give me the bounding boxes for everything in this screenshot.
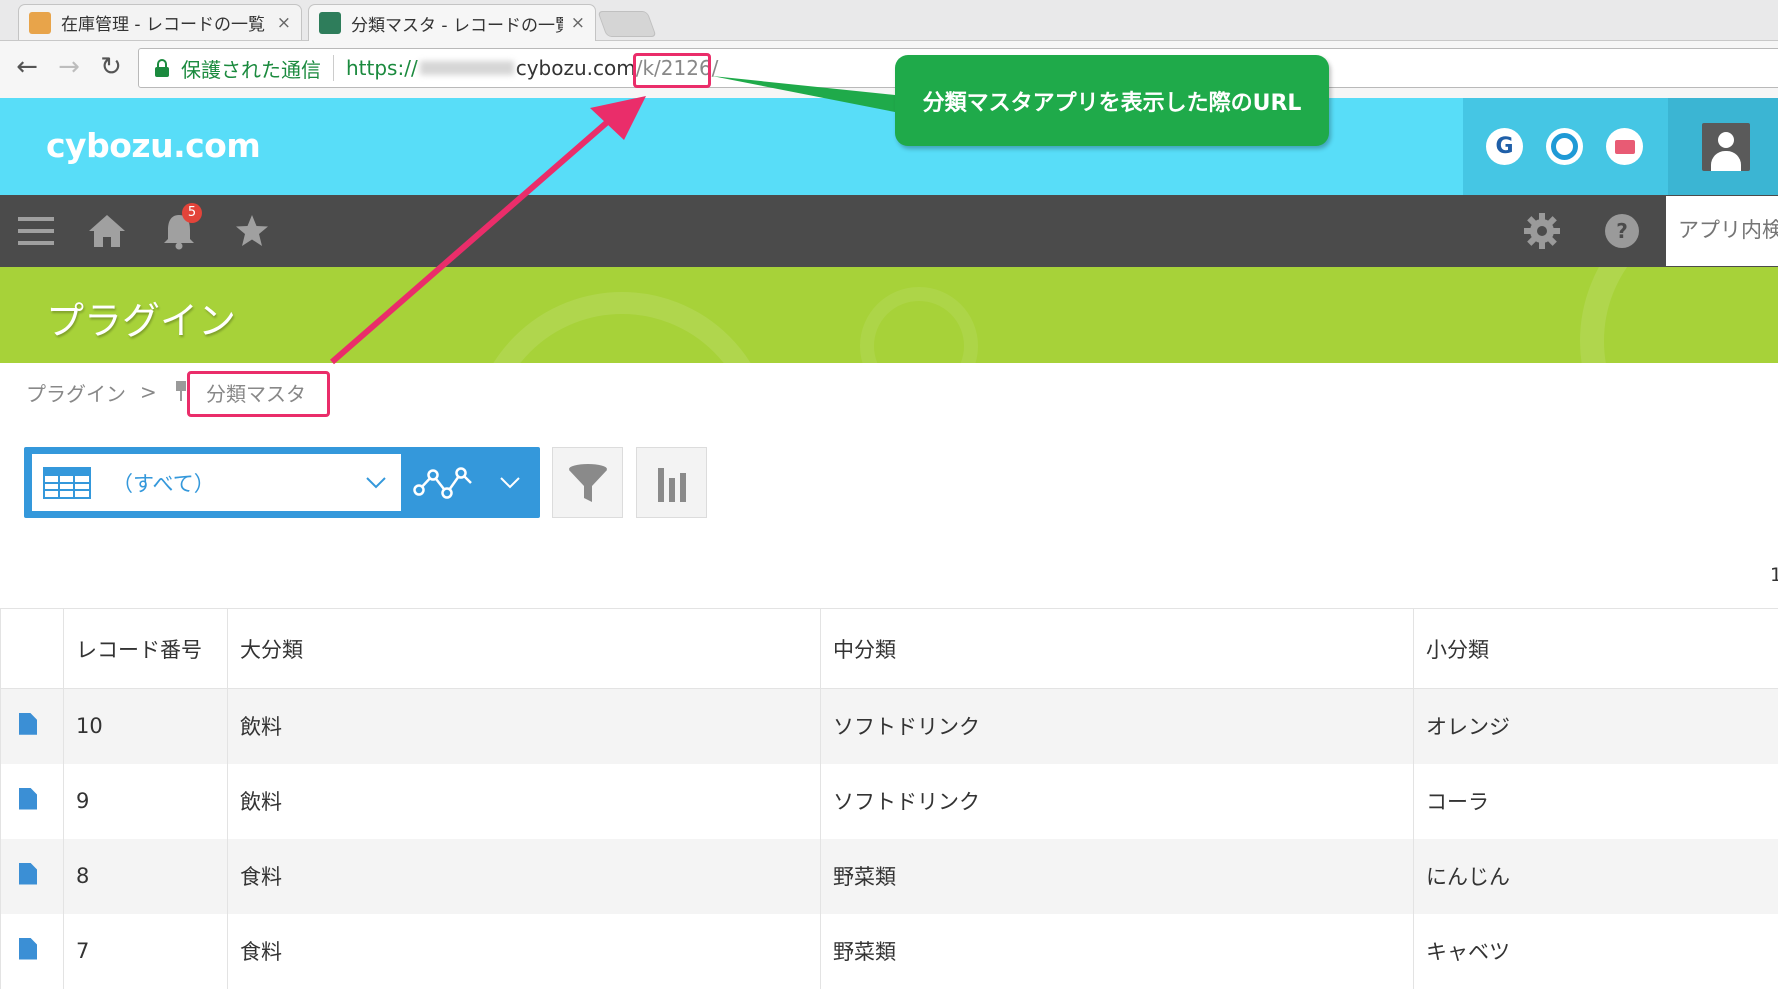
url-id-highlight-box [633,53,711,88]
browser-tab-category-master[interactable]: 分類マスタ - レコードの一覧 × [308,4,596,41]
pink-arrow-shaft [332,118,612,362]
tab-title: 分類マスタ - レコードの一覧 [351,11,563,36]
close-tab-icon[interactable]: × [571,13,585,33]
callout-pointer [712,76,895,112]
category-app-favicon-icon [319,12,341,34]
annotation-callout: 分類マスタアプリを表示した際のURL [895,55,1329,146]
app-name-highlight-box [187,371,330,417]
annotation-arrows [0,0,1778,978]
